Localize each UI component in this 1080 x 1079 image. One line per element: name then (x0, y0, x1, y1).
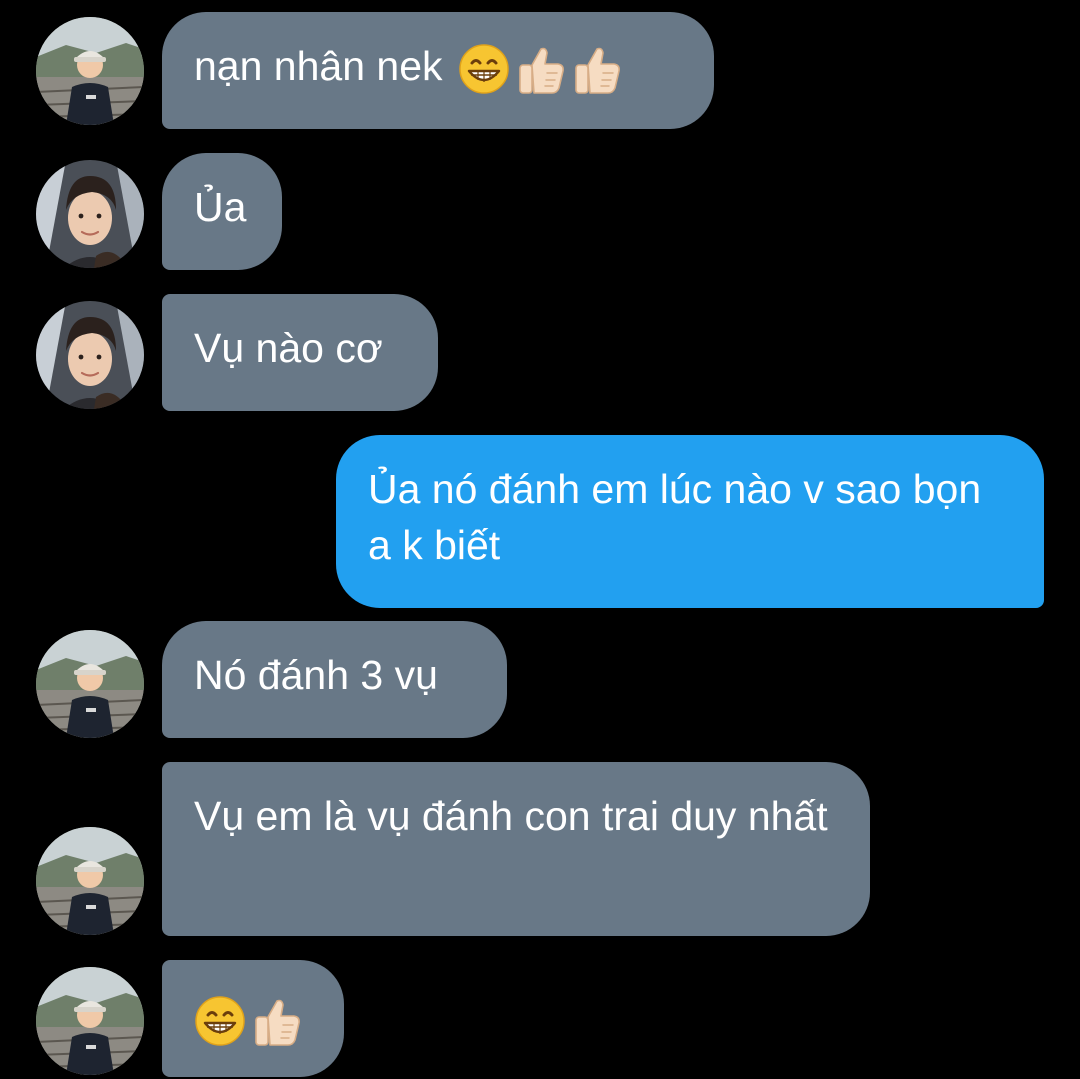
boy-photo (36, 967, 144, 1075)
message-bubble-incoming[interactable]: nạn nhân nek (162, 12, 714, 129)
boy-photo (36, 827, 144, 935)
boy-photo (36, 630, 144, 738)
message-bubble-outgoing[interactable]: Ủa nó đánh em lúc nào v sao bọn a k biết (336, 435, 1044, 608)
avatar-man[interactable] (36, 301, 144, 409)
avatar-boy[interactable] (36, 630, 144, 738)
message-bubble-incoming[interactable]: Nó đánh 3 vụ (162, 621, 507, 738)
man-photo (36, 160, 144, 268)
message-text: Ủa (194, 184, 247, 230)
message-bubble-incoming[interactable]: Ủa (162, 153, 282, 270)
message-text: Vụ em là vụ đánh con trai duy nhất (194, 793, 828, 839)
thumbs-up-emoji (514, 43, 566, 95)
message-text: nạn nhân nek (194, 43, 443, 89)
boy-photo (36, 17, 144, 125)
man-photo (36, 301, 144, 409)
grinning-face-emoji (194, 995, 246, 1047)
thumbs-up-emoji (570, 43, 622, 95)
avatar-man[interactable] (36, 160, 144, 268)
message-bubble-incoming[interactable] (162, 960, 344, 1077)
message-text: Vụ nào cơ (194, 325, 383, 371)
message-text: Nó đánh 3 vụ (194, 652, 438, 698)
avatar-boy[interactable] (36, 17, 144, 125)
chat-thread: nạn nhân nek Ủa Vụ nào cơ Ủa nó đánh em … (0, 0, 1080, 1079)
message-bubble-incoming[interactable]: Vụ em là vụ đánh con trai duy nhất (162, 762, 870, 936)
grinning-face-emoji (458, 43, 510, 95)
message-bubble-incoming[interactable]: Vụ nào cơ (162, 294, 438, 411)
avatar-boy[interactable] (36, 827, 144, 935)
avatar-boy[interactable] (36, 967, 144, 1075)
message-text: Ủa nó đánh em lúc nào v sao bọn a k biết (368, 466, 982, 568)
thumbs-up-emoji (250, 995, 302, 1047)
